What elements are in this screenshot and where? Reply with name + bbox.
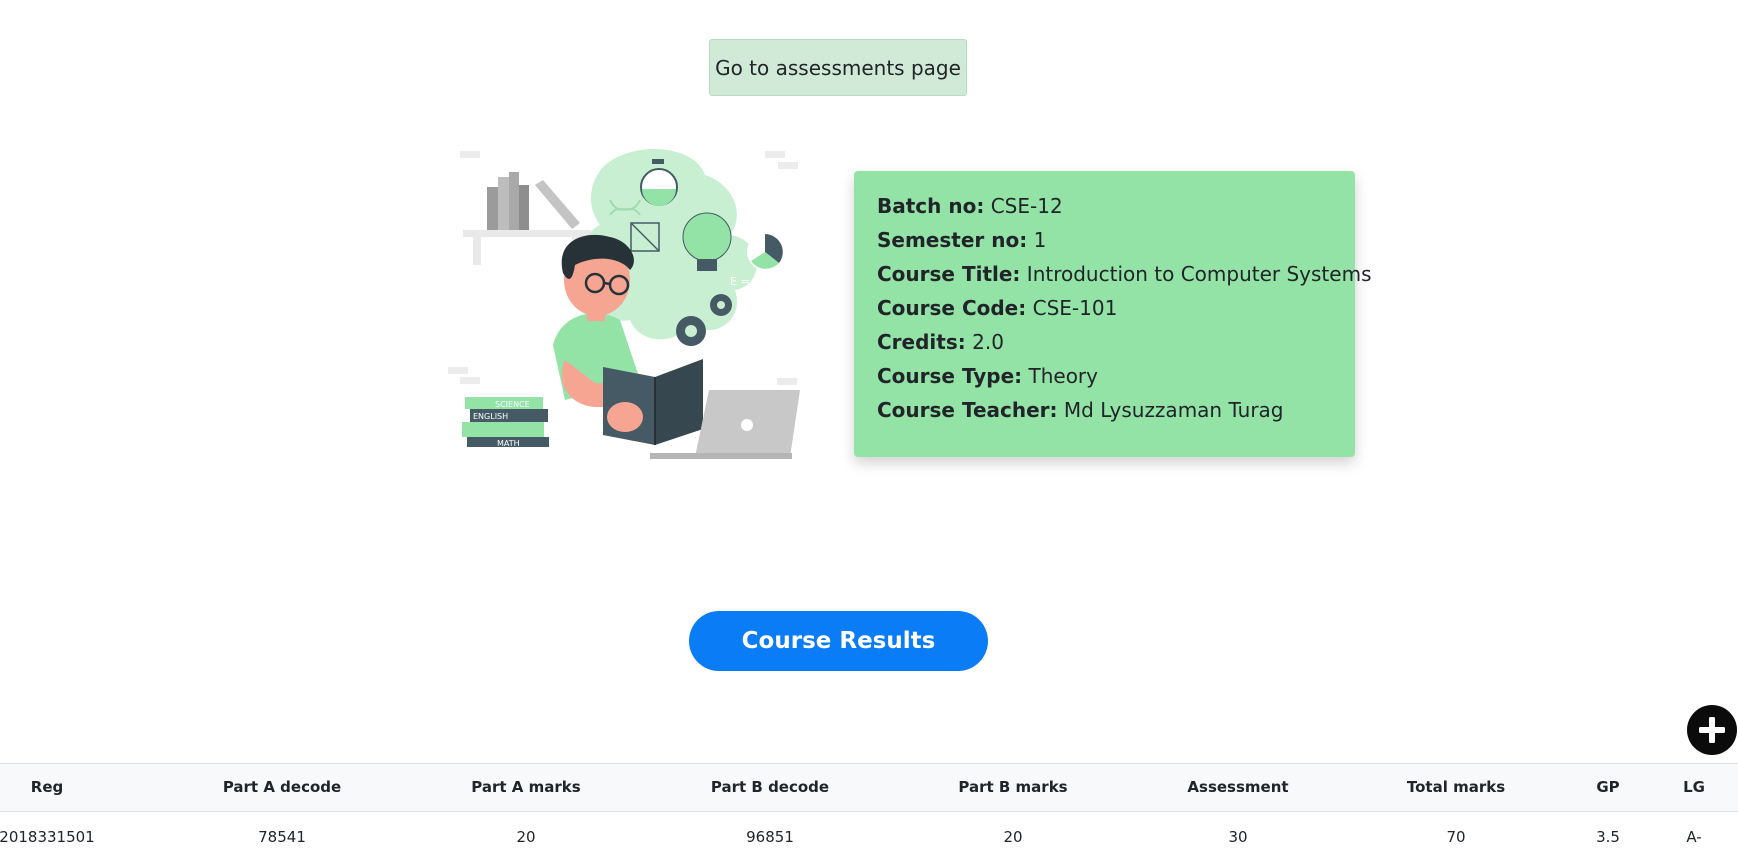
go-to-assessments-button[interactable]: Go to assessments page [709, 39, 967, 96]
course-teacher-row: Course Teacher: Md Lysuzzaman Turag [877, 393, 1355, 427]
svg-text:E = mc²: E = mc² [730, 275, 774, 288]
course-code-value: CSE-101 [1032, 296, 1118, 320]
course-teacher-label: Course Teacher: [877, 398, 1058, 422]
batch-value: CSE-12 [990, 194, 1063, 218]
table-row: 2018331501 78541 20 96851 20 30 70 3.5 A… [0, 812, 1738, 861]
header-reg[interactable]: Reg [31, 764, 63, 811]
semester-row: Semester no: 1 [877, 223, 1355, 257]
header-part-b-marks[interactable]: Part B marks [958, 764, 1067, 811]
svg-text:SCIENCE: SCIENCE [495, 400, 530, 409]
header-part-b-decode[interactable]: Part B decode [711, 764, 829, 811]
header-total-marks[interactable]: Total marks [1407, 764, 1505, 811]
course-title-label: Course Title: [877, 262, 1021, 286]
cell-reg: 2018331501 [0, 828, 95, 846]
credits-label: Credits: [877, 330, 966, 354]
cell-part-b-marks: 20 [1003, 828, 1023, 846]
course-title-value: Introduction to Computer Systems [1026, 262, 1372, 286]
course-code-label: Course Code: [877, 296, 1027, 320]
course-info-card: Batch no: CSE-12 Semester no: 1 Course T… [854, 171, 1371, 457]
header-lg[interactable]: LG [1683, 764, 1705, 811]
cell-total-marks: 70 [1446, 828, 1466, 846]
cell-part-a-decode: 78541 [258, 828, 306, 846]
plus-icon [1699, 717, 1725, 743]
svg-text:MATH: MATH [497, 439, 520, 448]
credits-value: 2.0 [972, 330, 1004, 354]
credits-row: Credits: 2.0 [877, 325, 1355, 359]
batch-row: Batch no: CSE-12 [877, 189, 1355, 223]
cell-part-b-decode: 96851 [746, 828, 794, 846]
table-header-row: Reg Part A decode Part A marks Part B de… [0, 763, 1738, 812]
course-title-row: Course Title: Introduction to Computer S… [877, 257, 1371, 291]
cell-lg: A- [1686, 828, 1702, 846]
add-button[interactable] [1687, 705, 1737, 755]
course-type-row: Course Type: Theory [877, 359, 1355, 393]
cell-gp: 3.5 [1596, 828, 1620, 846]
header-assessment[interactable]: Assessment [1187, 764, 1288, 811]
course-code-row: Course Code: CSE-101 [877, 291, 1355, 325]
svg-text:ENGLISH: ENGLISH [473, 412, 508, 421]
semester-value: 1 [1033, 228, 1047, 252]
course-type-value: Theory [1028, 364, 1099, 388]
cell-assessment: 30 [1228, 828, 1248, 846]
course-type-label: Course Type: [877, 364, 1023, 388]
header-part-a-decode[interactable]: Part A decode [223, 764, 341, 811]
header-gp[interactable]: GP [1596, 764, 1619, 811]
results-table: Reg Part A decode Part A marks Part B de… [0, 763, 1738, 861]
semester-label: Semester no: [877, 228, 1028, 252]
cell-part-a-marks: 20 [516, 828, 536, 846]
batch-label: Batch no: [877, 194, 985, 218]
course-teacher-value: Md Lysuzzaman Turag [1063, 398, 1284, 422]
course-results-button[interactable]: Course Results [689, 611, 988, 671]
header-part-a-marks[interactable]: Part A marks [471, 764, 580, 811]
student-reading-illustration: E = mc² SCIENCE ENGLISH MATH [448, 148, 800, 459]
course-details-page: Go to assessments page E = mc² SCIENCE E… [0, 0, 1738, 861]
